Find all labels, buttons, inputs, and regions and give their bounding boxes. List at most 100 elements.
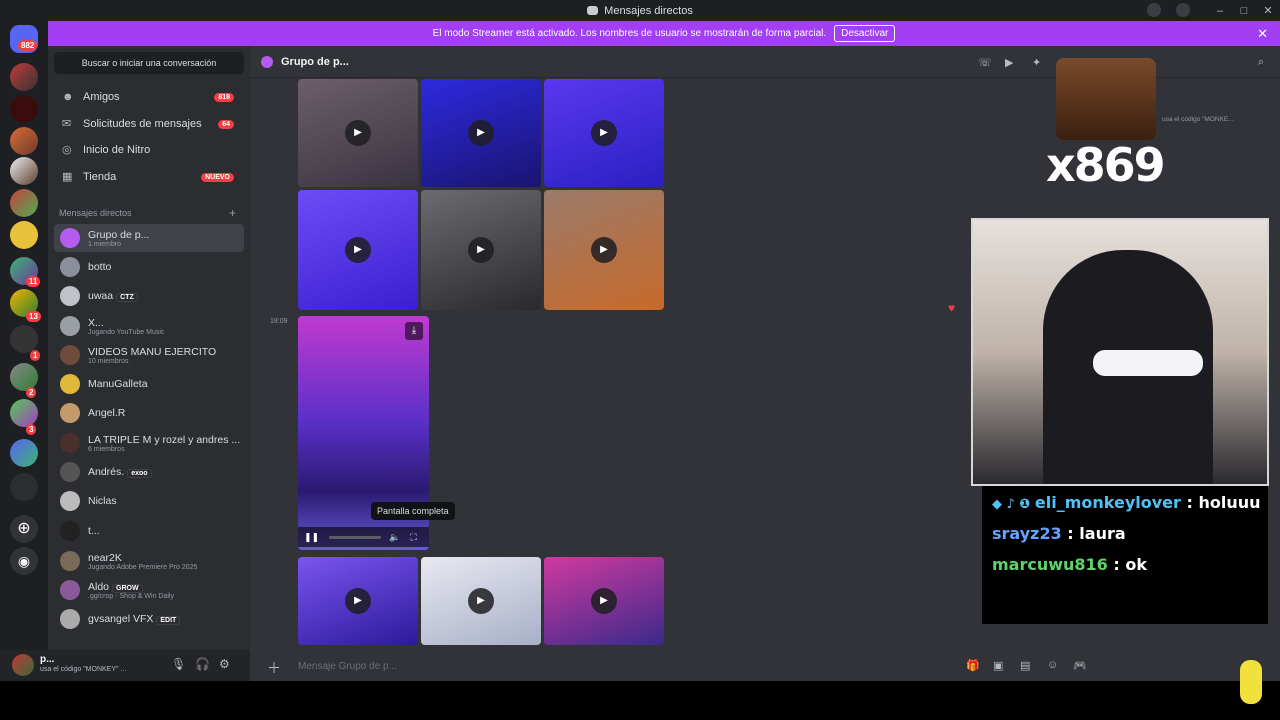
dm-subtext: 6 miembros [88, 445, 125, 453]
activities-icon[interactable]: 🎮 [1073, 659, 1087, 672]
play-icon[interactable]: ▶ [591, 120, 617, 146]
voice-call-icon[interactable]: ☏ [978, 56, 992, 69]
dm-subtext: .gg/crop - Shop & Win Daily [88, 592, 174, 600]
play-icon[interactable]: ▶ [345, 588, 371, 614]
screen-share-icon[interactable] [1147, 3, 1161, 17]
friends-count-badge: 818 [214, 92, 234, 102]
dm-item[interactable]: Angel.R [54, 399, 244, 427]
video-attachment[interactable]: ▶ [298, 190, 418, 310]
message-input[interactable]: Mensaje Grupo de p... [298, 661, 397, 672]
server-folder-icon[interactable] [10, 439, 38, 467]
mic-icon[interactable]: 🎙 [171, 657, 186, 671]
server-icon[interactable] [10, 95, 38, 123]
play-icon[interactable]: ▶ [468, 237, 494, 263]
explore-icon[interactable]: ◉ [10, 547, 38, 575]
search-conversation-button[interactable]: Buscar o iniciar una conversación [54, 52, 244, 74]
close-window-button[interactable]: ✕ [1256, 4, 1280, 17]
volume-icon[interactable]: 🔈 [389, 532, 400, 543]
dm-item[interactable]: ManuGalleta [54, 370, 244, 398]
dm-item[interactable]: t... [54, 517, 244, 545]
pause-icon[interactable]: ❚❚ [304, 532, 319, 543]
folder-badge: 1 [30, 350, 41, 361]
server-folder-icon[interactable] [10, 363, 38, 391]
help-icon[interactable] [1176, 3, 1190, 17]
video-attachment[interactable]: ▶ [421, 79, 541, 187]
sidebar-item-shop[interactable]: ▦ Tienda NUEVO [54, 165, 244, 189]
dm-item[interactable]: near2K Jugando Adobe Premiere Pro 2025 [54, 547, 244, 575]
server-icon[interactable] [10, 63, 38, 91]
sidebar-item-nitro[interactable]: ◎ Inicio de Nitro [54, 138, 244, 162]
dm-name: Grupo de p... [88, 228, 150, 241]
dm-item[interactable]: gvsangel VFX EDIT [54, 605, 244, 633]
dm-name: near2K [88, 551, 122, 564]
headphones-icon[interactable]: 🎧 [195, 657, 210, 671]
video-attachment[interactable]: ▶ [298, 79, 418, 187]
emoji-icon[interactable]: ☺ [1047, 659, 1058, 671]
dm-item[interactable]: botto [54, 253, 244, 281]
video-attachment[interactable]: ▶ [544, 190, 664, 310]
avatar [60, 316, 80, 336]
video-attachment[interactable]: ▶ [421, 557, 541, 645]
dm-subtext: Jugando YouTube Music [88, 328, 165, 336]
disable-streamer-button[interactable]: Desactivar [834, 25, 896, 42]
meme-face-image [1056, 58, 1156, 140]
video-attachment[interactable]: ▶ [421, 190, 541, 310]
video-attachment[interactable]: ▶ [544, 557, 664, 645]
channel-name: Grupo de p... [281, 55, 349, 68]
username: p... [40, 654, 55, 665]
dm-item[interactable]: Andrés. exoo [54, 458, 244, 486]
settings-gear-icon[interactable]: ⚙ [219, 657, 230, 671]
dm-item[interactable]: LA TRIPLE M y rozel y andres ... 6 miembr… [54, 429, 244, 457]
close-icon[interactable]: ✕ [1257, 26, 1268, 42]
sidebar-item-label: Amigos [83, 91, 120, 103]
dm-item[interactable]: X... Jugando YouTube Music [54, 312, 244, 340]
play-icon[interactable]: ▶ [591, 588, 617, 614]
play-icon[interactable]: ▶ [468, 120, 494, 146]
pin-icon[interactable]: ✦ [1032, 56, 1041, 69]
sidebar-item-message-requests[interactable]: ✉ Solicitudes de mensajes 64 [54, 112, 244, 136]
avatar [60, 403, 80, 423]
gif-icon[interactable]: ▣ [993, 659, 1003, 672]
banana-mascot-image [1240, 660, 1262, 704]
video-attachment[interactable]: ▶ [544, 79, 664, 187]
folder-badge: 13 [26, 311, 41, 322]
dm-item[interactable]: uwaa CTZ [54, 282, 244, 310]
server-icon[interactable] [10, 189, 38, 217]
server-icon[interactable] [10, 473, 38, 501]
server-icon[interactable] [10, 221, 38, 249]
play-icon[interactable]: ▶ [591, 237, 617, 263]
play-icon[interactable]: ▶ [345, 120, 371, 146]
avatar [60, 286, 80, 306]
download-icon[interactable]: ⤓ [405, 322, 423, 340]
maximize-button[interactable]: □ [1232, 5, 1256, 17]
server-folder-icon[interactable] [10, 325, 38, 353]
search-icon[interactable]: ⌕ [1258, 56, 1264, 69]
dm-name: LA TRIPLE M y rozel y andres ... [88, 433, 241, 446]
fullscreen-icon[interactable]: ⛶ [410, 532, 416, 543]
video-attachment[interactable]: ▶ [298, 557, 418, 645]
dm-item[interactable]: Aldo GROW .gg/crop - Shop & Win Daily [54, 576, 244, 604]
sidebar-item-friends[interactable]: ☻ Amigos 818 [54, 85, 244, 109]
video-call-icon[interactable]: ▶ [1005, 56, 1013, 69]
dm-section-header: Mensajes directos [59, 208, 132, 218]
create-dm-icon[interactable]: + [229, 206, 236, 220]
minimize-button[interactable]: – [1208, 5, 1232, 17]
add-server-icon[interactable]: ⊕ [10, 515, 38, 543]
dm-item[interactable]: VIDEOS MANU EJERCITO 10 miembros [54, 341, 244, 369]
progress-bar[interactable] [329, 535, 382, 539]
play-icon[interactable]: ▶ [468, 588, 494, 614]
sticker-icon[interactable]: ▤ [1020, 659, 1030, 672]
server-icon[interactable] [10, 157, 38, 185]
nitro-icon: ◎ [62, 143, 72, 156]
gift-icon[interactable]: 🎁 [966, 659, 980, 672]
server-list: 882 11 13 1 2 3 ⊕ ◉ [0, 21, 48, 681]
play-icon[interactable]: ▶ [345, 237, 371, 263]
server-folder-icon[interactable] [10, 399, 38, 427]
dm-item[interactable]: Grupo de p... 1 miembro [54, 224, 244, 252]
avatar [60, 491, 80, 511]
requests-count-badge: 64 [218, 119, 234, 129]
dm-item[interactable]: Niclas [54, 487, 244, 515]
attach-plus-icon[interactable]: ＋ [267, 658, 281, 678]
avatar[interactable] [12, 654, 34, 676]
server-icon[interactable] [10, 127, 38, 155]
